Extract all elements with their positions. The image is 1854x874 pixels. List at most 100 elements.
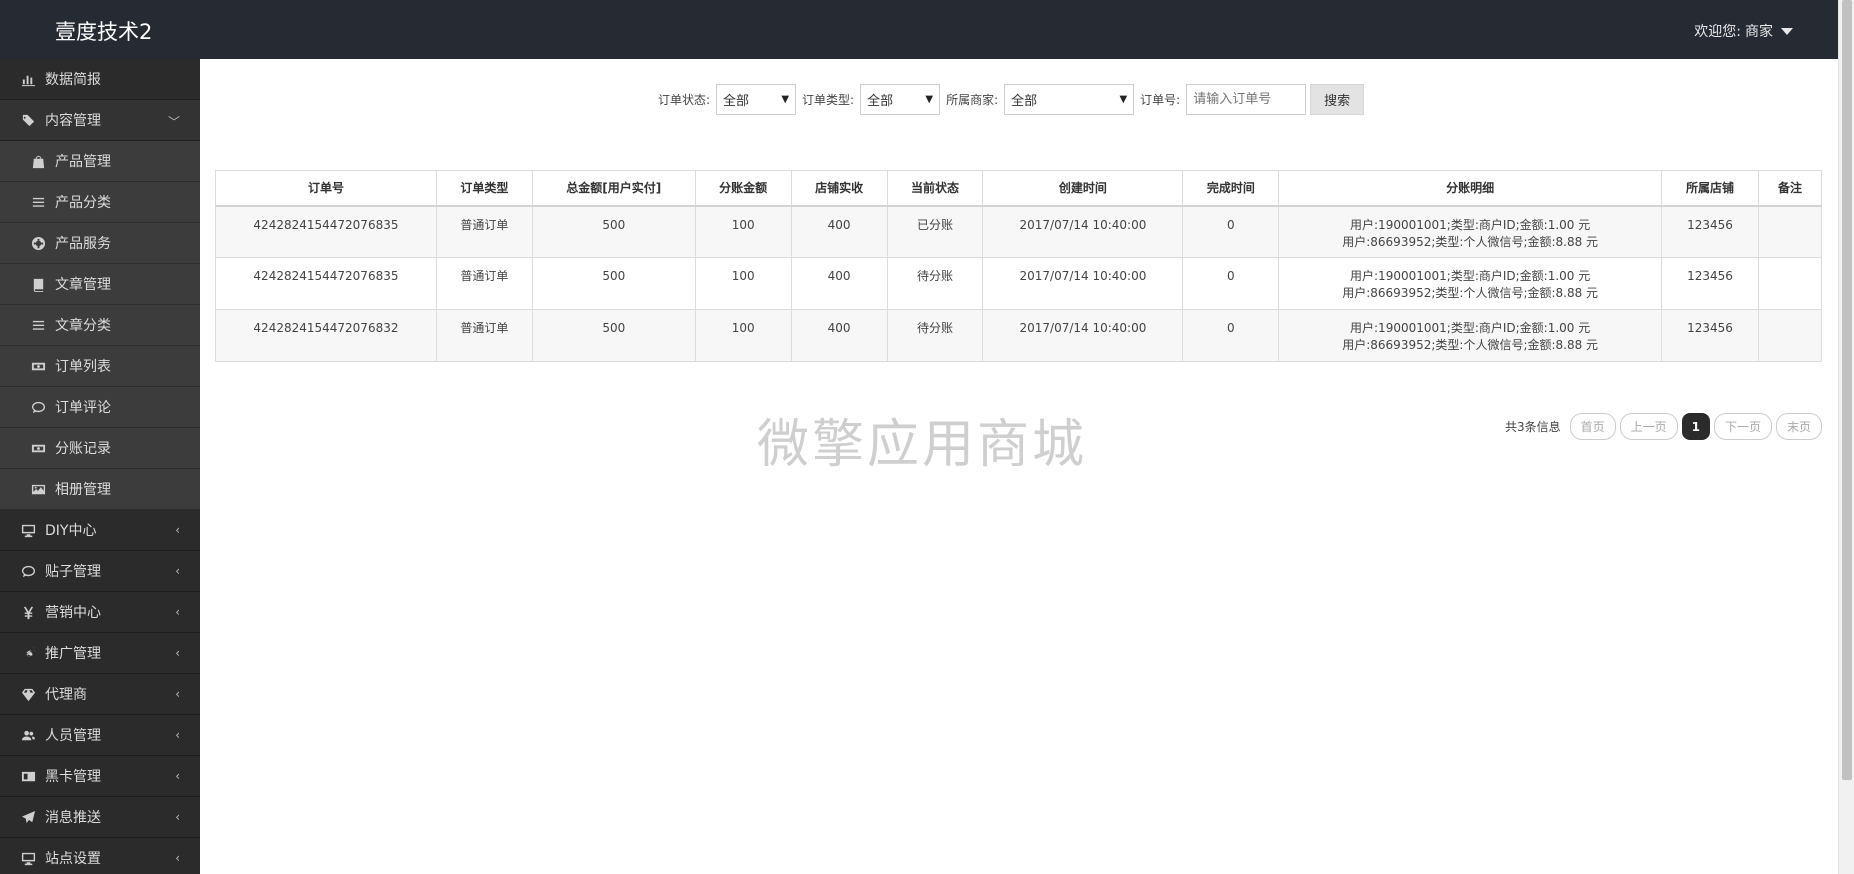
sidebar-item-15[interactable]: 代理商 ‹ [0, 674, 200, 715]
cell-shop: 123456 [1661, 257, 1759, 310]
current-page-button[interactable]: 1 [1681, 413, 1710, 440]
next-page-button[interactable]: 下一页 [1713, 413, 1772, 440]
sidebar-item-19[interactable]: 站点设置 ‹ [0, 838, 200, 874]
top-navbar: 壹度技术2 欢迎您: 商家 [0, 0, 1838, 59]
cell-split-detail: 用户:190001001;类型:商户ID;金额:1.00 元用户:8669395… [1278, 257, 1663, 310]
order-no-input[interactable] [1186, 84, 1307, 115]
chevron-left-icon: ‹ [175, 810, 180, 824]
sidebar-item-12[interactable]: 贴子管理 ‹ [0, 551, 200, 592]
col-order-no: 订单号 [215, 170, 437, 207]
chevron-down-icon: ﹀ [167, 115, 180, 129]
cell-shop-income: 400 [790, 257, 888, 310]
cell-shop: 123456 [1661, 309, 1759, 362]
support-icon [30, 235, 46, 251]
sidebar-item-6[interactable]: 文章分类 [0, 305, 200, 346]
table-row[interactable]: 4242824154472076835 普通订单 500 100 400 待分账 2017/… [215, 257, 1823, 310]
sidebar-item-2[interactable]: 产品管理 [0, 141, 200, 182]
pagination-info: 共3条信息 [1504, 420, 1561, 434]
col-status: 当前状态 [886, 170, 984, 207]
sidebar-item-3[interactable]: 产品分类 [0, 182, 200, 223]
cell-completed: 0 [1182, 205, 1280, 258]
type-select[interactable]: 全部 ▼ [860, 84, 941, 115]
scrollbar-thumb[interactable] [1842, 0, 1852, 780]
type-filter-label: 订单类型: [802, 93, 855, 107]
welcome-text: 欢迎您: [1694, 24, 1741, 40]
sidebar-item-label: 产品管理 [55, 154, 111, 170]
desktop-icon [20, 850, 36, 866]
table-header-row: 订单号 订单类型 总金额[用户实付] 分账金额 店铺实收 当前状态 创建时间 完… [215, 170, 1823, 207]
sidebar-item-8[interactable]: 订单评论 [0, 387, 200, 428]
chevron-left-icon: ‹ [175, 646, 180, 660]
col-remark: 备注 [1757, 170, 1823, 207]
chevron-left-icon: ‹ [175, 605, 180, 619]
last-page-button[interactable]: 末页 [1775, 413, 1822, 440]
sidebar-item-1[interactable]: 内容管理 ﹀ [0, 100, 200, 141]
page-scrollbar[interactable] [1838, 0, 1854, 874]
cell-order-no: 4242824154472076835 [215, 205, 437, 258]
cell-status: 待分账 [886, 257, 984, 310]
cell-completed: 0 [1182, 309, 1280, 362]
user-menu[interactable]: 欢迎您: 商家 [1694, 21, 1793, 41]
split-detail-line: 用户:86693952;类型:个人微信号;金额:8.88 元 [1342, 338, 1599, 352]
status-select[interactable]: 全部 ▼ [716, 84, 797, 115]
first-page-button[interactable]: 首页 [1569, 413, 1616, 440]
user-name: 商家 [1745, 24, 1773, 40]
col-created: 创建时间 [982, 170, 1184, 207]
table-row[interactable]: 4242824154472076835 普通订单 500 100 400 已分账 2017/… [215, 205, 1823, 258]
sidebar-item-17[interactable]: 黑卡管理 ‹ [0, 756, 200, 797]
search-button[interactable]: 搜索 [1310, 84, 1365, 115]
list-icon [30, 317, 46, 333]
sidebar-item-label: 订单评论 [55, 400, 111, 416]
list-icon [30, 194, 46, 210]
filter-bar: 订单状态: 全部 ▼ 订单类型: 全部 ▼ 所属商家: 全部 ▼ 订单号: 搜索 [658, 84, 1365, 115]
sidebar-item-11[interactable]: DIY中心 ‹ [0, 510, 200, 551]
sidebar-item-7[interactable]: 订单列表 [0, 346, 200, 387]
merchant-filter-label: 所属商家: [946, 93, 999, 107]
cell-remark [1757, 257, 1823, 310]
split-detail-line: 用户:190001001;类型:商户ID;金额:1.00 元 [1350, 217, 1591, 232]
col-order-type: 订单类型 [435, 170, 533, 207]
caret-down-icon [1781, 27, 1793, 35]
col-split-detail: 分账明细 [1278, 170, 1663, 207]
comment-icon [30, 399, 46, 415]
sidebar-item-label: 文章分类 [55, 318, 111, 334]
chevron-left-icon: ‹ [175, 728, 180, 742]
chevron-left-icon: ‹ [175, 523, 180, 537]
image-icon [30, 481, 46, 497]
sidebar-item-18[interactable]: 消息推送 ‹ [0, 797, 200, 838]
sidebar-item-9[interactable]: 分账记录 [0, 428, 200, 469]
sidebar-item-label: 站点设置 [45, 851, 101, 867]
cell-total: 500 [531, 257, 696, 310]
money-icon [30, 358, 46, 374]
sidebar-item-0[interactable]: 数据简报 [0, 59, 200, 100]
split-detail-line: 用户:190001001;类型:商户ID;金额:1.00 元 [1350, 269, 1591, 283]
sidebar-item-4[interactable]: 产品服务 [0, 223, 200, 264]
sidebar-item-label: 产品服务 [55, 236, 111, 252]
cell-type: 普通订单 [435, 257, 533, 310]
table-row[interactable]: 4242824154472076832 普通订单 500 100 400 待分账 2017/… [215, 309, 1823, 362]
sidebar-item-13[interactable]: 营销中心 ‹ [0, 592, 200, 633]
cell-split: 100 [694, 309, 792, 362]
id-card-icon [20, 768, 36, 784]
cell-completed: 0 [1182, 257, 1280, 310]
sidebar-item-14[interactable]: 推广管理 ‹ [0, 633, 200, 674]
sidebar-item-label: 推广管理 [45, 646, 101, 662]
cell-shop-income: 400 [790, 309, 888, 362]
order-no-label: 订单号: [1140, 93, 1181, 107]
sidebar-item-5[interactable]: 文章管理 [0, 264, 200, 305]
sidebar-item-10[interactable]: 相册管理 [0, 469, 200, 510]
comment-icon [20, 563, 36, 579]
sidebar-item-16[interactable]: 人员管理 ‹ [0, 715, 200, 756]
cell-status: 待分账 [886, 309, 984, 362]
merchant-select[interactable]: 全部 ▼ [1004, 84, 1135, 115]
prev-page-button[interactable]: 上一页 [1619, 413, 1678, 440]
cell-type: 普通订单 [435, 309, 533, 362]
sidebar-item-label: 文章管理 [55, 277, 111, 293]
sidebar-item-label: 产品分类 [55, 195, 111, 211]
cell-created: 2017/07/14 10:40:00 [982, 205, 1184, 258]
merchant-select-value: 全部 [1011, 94, 1038, 109]
cell-status: 已分账 [886, 205, 984, 258]
desktop-icon [20, 522, 36, 538]
split-detail-line: 用户:86693952;类型:个人微信号;金额:8.88 元 [1342, 234, 1599, 249]
brand-title[interactable]: 壹度技术2 [55, 16, 152, 46]
